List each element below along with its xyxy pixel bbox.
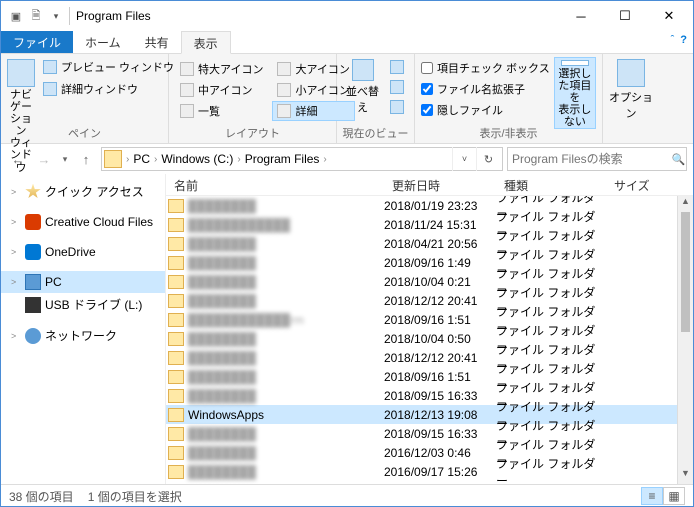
folder-icon	[168, 465, 184, 479]
checkbox-hidden-files[interactable]: 隠しファイル	[421, 101, 550, 119]
addcolumn-button[interactable]	[386, 57, 408, 77]
folder-icon	[168, 218, 184, 232]
folder-icon	[168, 313, 184, 327]
qat-properties-icon[interactable]: ▣	[7, 7, 25, 25]
folder-icon	[168, 446, 184, 460]
navigation-pane-icon	[7, 59, 35, 87]
maximize-button[interactable]: ☐	[603, 2, 647, 30]
folder-icon	[168, 199, 184, 213]
expand-icon[interactable]: >	[11, 247, 21, 257]
refresh-button[interactable]: ↻	[476, 147, 500, 171]
expand-icon[interactable]: >	[11, 217, 21, 227]
folder-icon	[168, 427, 184, 441]
ribbon: ナビゲーション ウィンドウ プレビュー ウィンドウ 詳細ウィンドウ ペイン 特大…	[1, 54, 693, 144]
expand-icon[interactable]: >	[11, 277, 21, 287]
col-size[interactable]: サイズ	[606, 174, 666, 195]
minimize-button[interactable]: ─	[559, 2, 603, 30]
details-pane-button[interactable]: 詳細ウィンドウ	[39, 79, 178, 99]
tab-home[interactable]: ホーム	[73, 31, 133, 53]
file-list: ████████2018/01/19 23:23ファイル フォルダー██████…	[166, 196, 677, 484]
hide-selected-button[interactable]: 選択した項目を 表示しない	[554, 57, 596, 129]
sort-button[interactable]: 並べ替え	[343, 57, 382, 115]
preview-pane-button[interactable]: プレビュー ウィンドウ	[39, 57, 178, 77]
search-input[interactable]	[508, 152, 671, 166]
folder-icon	[168, 294, 184, 308]
status-count: 38 個の項目	[9, 488, 74, 505]
folder-icon	[168, 351, 184, 365]
folder-icon	[168, 275, 184, 289]
search-box[interactable]: 🔍	[507, 147, 687, 171]
hide-selected-icon	[561, 60, 589, 66]
ribbon-collapse-icon[interactable]: ˆ	[671, 34, 675, 46]
status-selected: 1 個の項目を選択	[88, 488, 182, 505]
folder-icon	[168, 332, 184, 346]
close-button[interactable]: ✕	[647, 2, 691, 30]
options-button[interactable]: オプション	[609, 57, 653, 121]
tree-item[interactable]: >OneDrive	[1, 241, 165, 263]
group-label-pane: ペイン	[1, 125, 168, 141]
layout-md[interactable]: 中アイコン	[175, 80, 268, 100]
folder-icon	[168, 389, 184, 403]
view-details-button[interactable]: ≡	[641, 487, 663, 505]
checkbox-file-extensions[interactable]: ファイル名拡張子	[421, 80, 550, 98]
columns-icon	[390, 80, 404, 94]
search-icon[interactable]: 🔍	[671, 153, 686, 166]
expand-icon[interactable]: >	[11, 331, 21, 341]
tree-item[interactable]: >ネットワーク	[1, 324, 165, 347]
qat-dropdown-icon[interactable]: ▾	[47, 7, 65, 25]
group-label-view: 現在のビュー	[337, 125, 414, 141]
col-date[interactable]: 更新日時	[384, 174, 496, 195]
options-icon	[617, 59, 645, 87]
navigation-pane-button[interactable]: ナビゲーション ウィンドウ	[7, 57, 35, 174]
folder-icon	[168, 370, 184, 384]
view-icons-button[interactable]: ▦	[663, 487, 685, 505]
tree-icon	[25, 184, 41, 200]
tree-item[interactable]: >PC	[1, 271, 165, 293]
ribbon-tabs: ファイル ホーム 共有 表示 ˆ ?	[1, 31, 693, 54]
tree-icon	[25, 214, 41, 230]
tree-item[interactable]: USB ドライブ (L:)	[1, 293, 165, 316]
scrollbar-vertical[interactable]: ▲ ▼	[677, 196, 693, 484]
column-headers: 名前 更新日時 種類 サイズ	[166, 174, 693, 196]
tab-view[interactable]: 表示	[181, 31, 231, 54]
checkbox-item-checkboxes[interactable]: 項目チェック ボックス	[421, 59, 550, 77]
tab-file[interactable]: ファイル	[1, 31, 73, 53]
folder-icon	[168, 256, 184, 270]
help-icon[interactable]: ?	[680, 34, 687, 46]
layout-list[interactable]: 一覧	[175, 101, 268, 121]
folder-icon	[168, 408, 184, 422]
fitcolumn-button[interactable]	[386, 97, 408, 117]
details-pane-icon	[43, 82, 57, 96]
tab-share[interactable]: 共有	[133, 31, 181, 53]
crumb-folder[interactable]: Program Files	[241, 152, 324, 166]
tree-item[interactable]: >クイック アクセス	[1, 180, 165, 203]
sort-icon	[352, 59, 374, 81]
scroll-down-icon[interactable]: ▼	[678, 468, 693, 484]
history-dropdown-icon[interactable]: ˅	[452, 147, 476, 171]
tree-icon	[25, 328, 41, 344]
statusbar: 38 個の項目 1 個の項目を選択 ≡ ▦	[1, 484, 693, 507]
titlebar: ▣ 🗎 ▾ Program Files ─ ☐ ✕	[1, 1, 693, 31]
group-label-show: 表示/非表示	[415, 125, 602, 141]
crumb-drive[interactable]: Windows (C:)	[157, 152, 237, 166]
sizecolumn-button[interactable]	[386, 77, 408, 97]
tree-item[interactable]: >Creative Cloud Files	[1, 211, 165, 233]
group-label-layout: レイアウト	[169, 125, 336, 141]
grid-icon	[390, 60, 404, 74]
col-name[interactable]: 名前	[166, 174, 384, 195]
fit-icon	[390, 100, 404, 114]
tree-icon	[25, 274, 41, 290]
folder-icon	[168, 237, 184, 251]
tree-icon	[25, 297, 41, 313]
layout-xl[interactable]: 特大アイコン	[175, 59, 268, 79]
scroll-up-icon[interactable]: ▲	[678, 196, 693, 212]
qat-newfolder-icon[interactable]: 🗎	[27, 7, 45, 25]
col-type[interactable]: 種類	[496, 174, 606, 195]
tree-icon	[25, 244, 41, 260]
file-row[interactable]: ████████2016/09/17 15:26ファイル フォルダー	[166, 462, 677, 481]
expand-icon[interactable]: >	[11, 187, 21, 197]
nav-tree: >クイック アクセス >Creative Cloud Files >OneDrive…	[1, 174, 166, 484]
preview-pane-icon	[43, 60, 57, 74]
window-title: Program Files	[70, 9, 559, 23]
